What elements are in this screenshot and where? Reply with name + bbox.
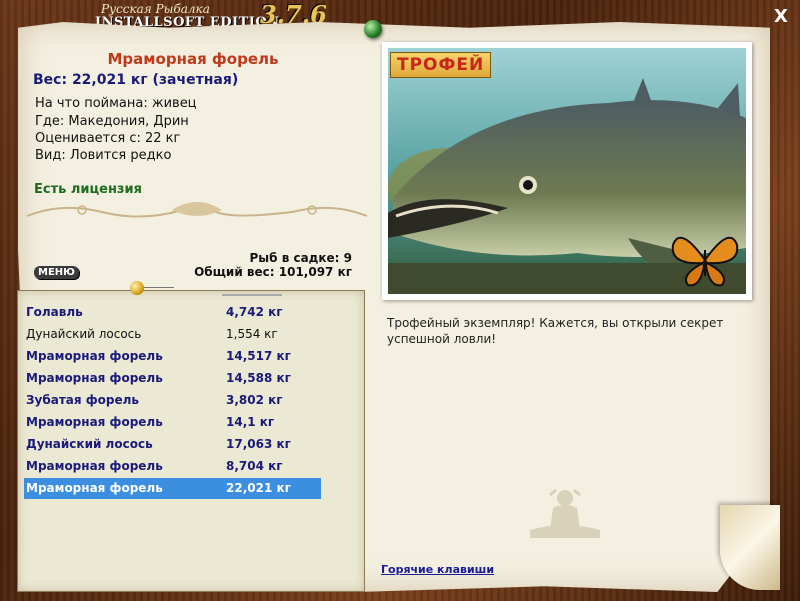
catch-name: Мраморная форель — [26, 415, 163, 429]
fish-photo — [388, 48, 746, 294]
angler-silhouette-icon — [530, 488, 600, 538]
list-item[interactable]: Дунайский лосось 17,063 кг — [24, 434, 321, 455]
fish-name: Мраморная форель — [107, 50, 279, 68]
list-item[interactable]: Голавль 4,742 кг — [24, 302, 321, 323]
pin-icon — [130, 281, 144, 295]
catch-weight: 22,021 кг — [226, 481, 291, 495]
catch-weight: 14,1 кг — [226, 415, 275, 429]
catch-weight: 3,802 кг — [226, 393, 283, 407]
catch-name: Дунайский лосось — [26, 437, 153, 451]
pin-needle — [144, 287, 174, 288]
list-item[interactable]: Мраморная форель 8,704 кг — [24, 456, 321, 477]
catch-weight: 8,704 кг — [226, 459, 283, 473]
valuation-info: Оценивается с: 22 кг — [35, 131, 181, 146]
catch-name: Мраморная форель — [26, 459, 163, 473]
catch-name: Зубатая форель — [26, 393, 140, 407]
pushpin-icon — [364, 20, 382, 38]
hotkeys-link[interactable]: Горячие клавиши — [381, 563, 494, 576]
rarity-info: Вид: Ловится редко — [35, 148, 172, 163]
catch-weight: 14,517 кг — [226, 349, 291, 363]
catch-weight: 14,588 кг — [226, 371, 291, 385]
catch-name: Мраморная форель — [26, 481, 163, 495]
list-item[interactable]: Дунайский лосось 1,554 кг — [24, 324, 321, 345]
total-weight: Общий вес: 101,097 кг — [194, 265, 352, 279]
close-button[interactable]: X — [770, 6, 792, 28]
license-status: Есть лицензия — [34, 182, 142, 197]
bait-info: На что поймана: живец — [35, 96, 197, 111]
fish-count: Рыб в садке: 9 — [249, 251, 353, 265]
catch-name: Дунайский лосось — [26, 327, 142, 341]
list-item[interactable]: Зубатая форель 3,802 кг — [24, 390, 321, 411]
trophy-badge: ТРОФЕЙ — [390, 52, 492, 78]
catch-name: Голавль — [26, 305, 83, 319]
fish-weight: Вес: 22,021 кг (зачетная) — [33, 72, 239, 88]
ornament-divider — [26, 202, 368, 218]
list-item[interactable]: Мраморная форель 14,1 кг — [24, 412, 321, 433]
brand-title: Русская Рыбалка — [101, 2, 210, 16]
catch-name: Мраморная форель — [26, 371, 163, 385]
butterfly-icon — [671, 236, 739, 287]
catch-weight: 1,554 кг — [226, 327, 278, 341]
list-item[interactable]: Мраморная форель 14,588 кг — [24, 368, 321, 389]
menu-button[interactable]: МЕНЮ — [34, 266, 79, 279]
list-item-selected[interactable]: Мраморная форель 22,021 кг — [24, 478, 321, 499]
catch-weight: 17,063 кг — [226, 437, 291, 451]
trophy-description: Трофейный экземпляр! Кажется, вы открыли… — [387, 316, 724, 346]
list-item[interactable]: Мраморная форель 14,517 кг — [24, 346, 321, 367]
scratch-mark — [222, 294, 282, 296]
catch-name: Мраморная форель — [26, 349, 163, 363]
location-info: Где: Македония, Дрин — [35, 114, 189, 129]
catch-weight: 4,742 кг — [226, 305, 283, 319]
close-icon: X — [774, 6, 788, 27]
